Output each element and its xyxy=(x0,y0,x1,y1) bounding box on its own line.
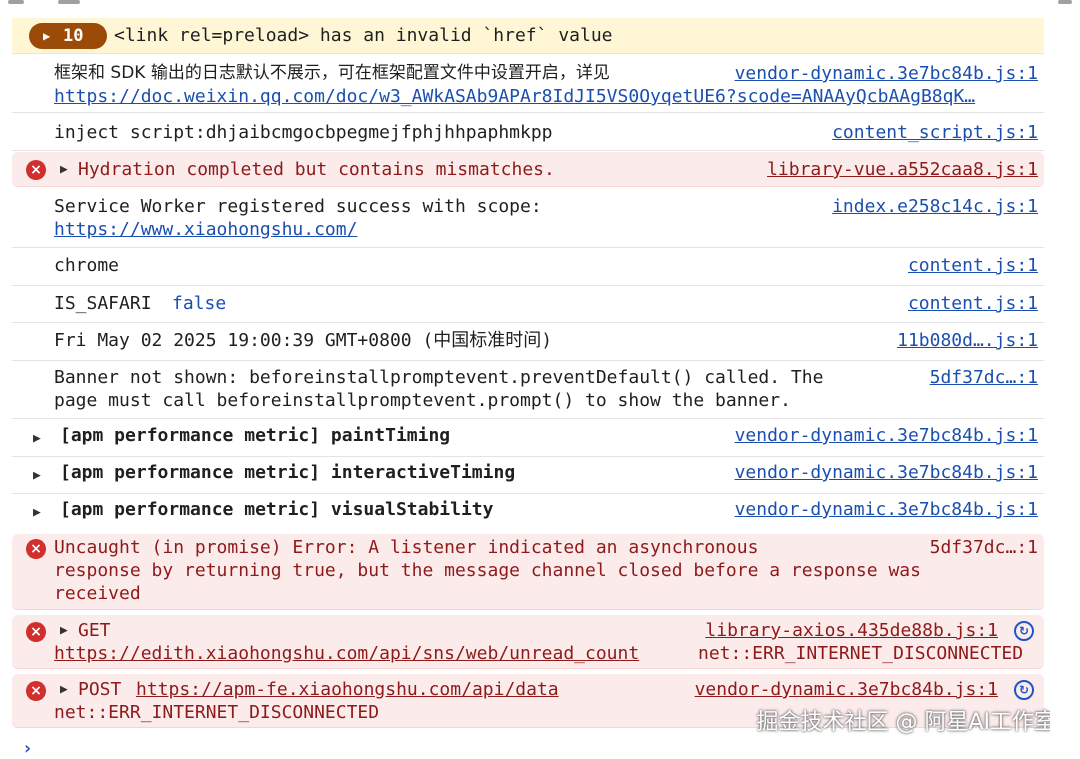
log-message: Service Worker registered success with s… xyxy=(54,196,542,217)
toolbar-icon-remnant xyxy=(58,0,80,4)
source-link[interactable]: vendor-dynamic.3e7bc84b.js:1 xyxy=(695,678,998,701)
log-label: IS_SAFARI xyxy=(54,293,152,314)
request-url-link[interactable]: https://apm-fe.xiaohongshu.com/api/data xyxy=(136,678,559,701)
source-link[interactable]: content.js:1 xyxy=(908,254,1038,277)
log-value: false xyxy=(172,293,227,314)
expand-triangle-icon[interactable]: ▶ xyxy=(33,501,41,524)
error-message-line2: response by returning true, but the mess… xyxy=(54,560,921,581)
error-row: × Uncaught (in promise) Error: A listene… xyxy=(12,534,1044,610)
source-link[interactable]: content.js:1 xyxy=(908,292,1038,315)
source-link[interactable]: index.e258c14c.js:1 xyxy=(832,195,1038,218)
network-error-row: × ▶ GET library-axios.435de88b.js:1 ↻ ht… xyxy=(12,615,1044,669)
log-message: chrome xyxy=(54,255,120,276)
expand-triangle-icon[interactable]: ▶ xyxy=(60,619,68,642)
source-link[interactable]: vendor-dynamic.3e7bc84b.js:1 xyxy=(735,424,1038,447)
log-row: 框架和 SDK 输出的日志默认不展示，可在框架配置文件中设置开启，详见 vend… xyxy=(12,56,1044,113)
expand-triangle-icon: ▶ xyxy=(43,29,51,43)
log-row: inject script:dhjaibcmgocbpegmejfphjhhpa… xyxy=(12,114,1044,151)
log-message: Fri May 02 2025 19:00:39 GMT+0800 (中国标准时… xyxy=(54,330,553,351)
request-method: GET xyxy=(78,620,111,641)
log-row: chrome content.js:1 xyxy=(12,249,1044,286)
expand-triangle-icon[interactable]: ▶ xyxy=(33,464,41,487)
log-row: IS_SAFARI false content.js:1 xyxy=(12,287,1044,323)
request-status: net::ERR_INTERNET_DISCONNECTED xyxy=(698,643,1024,664)
scope-url-link[interactable]: https://www.xiaohongshu.com/ xyxy=(54,218,357,241)
warning-count: 10 xyxy=(63,26,84,46)
source-link[interactable]: vendor-dynamic.3e7bc84b.js:1 xyxy=(735,461,1038,484)
source-link[interactable]: vendor-dynamic.3e7bc84b.js:1 xyxy=(735,62,1038,85)
log-group-row[interactable]: ▶ [apm performance metric] paintTiming v… xyxy=(12,420,1044,457)
expand-triangle-icon[interactable]: ▶ xyxy=(60,678,68,701)
request-method: POST xyxy=(78,679,122,700)
error-icon: × xyxy=(26,539,46,559)
log-message-line1: Banner not shown: beforeinstallprompteve… xyxy=(54,367,824,388)
log-group-title: [apm performance metric] visualStability xyxy=(60,499,494,520)
network-panel-icon[interactable]: ↻ xyxy=(1014,680,1034,700)
source-link[interactable]: library-vue.a552caa8.js:1 xyxy=(767,158,1038,181)
network-panel-icon[interactable]: ↻ xyxy=(1014,621,1034,641)
log-message: inject script:dhjaibcmgocbpegmejfphjhhpa… xyxy=(54,122,553,143)
error-icon: × xyxy=(26,681,46,701)
source-link[interactable]: library-axios.435de88b.js:1 xyxy=(705,619,998,642)
warning-message: <link rel=preload> has an invalid `href`… xyxy=(114,25,613,46)
warning-count-badge[interactable]: ▶ 10 xyxy=(29,23,107,49)
error-message: Hydration completed but contains mismatc… xyxy=(78,159,555,180)
watermark: 掘金技术社区 @ 阿星AI工作室 xyxy=(756,710,1056,735)
expand-triangle-icon[interactable]: ▶ xyxy=(60,158,68,181)
toolbar-icon-remnant xyxy=(1058,0,1072,4)
source-link[interactable]: 5df37dc…:1 xyxy=(930,366,1038,389)
toolbar-icon-remnant xyxy=(8,0,24,4)
warning-group-row[interactable]: ▶ 10 <link rel=preload> has an invalid `… xyxy=(12,18,1044,54)
request-url-link[interactable]: https://edith.xiaohongshu.com/api/sns/we… xyxy=(54,642,639,665)
log-group-row[interactable]: ▶ [apm performance metric] interactiveTi… xyxy=(12,458,1044,494)
source-link[interactable]: vendor-dynamic.3e7bc84b.js:1 xyxy=(735,498,1038,521)
error-row: × ▶ Hydration completed but contains mis… xyxy=(12,152,1044,187)
expand-triangle-icon[interactable]: ▶ xyxy=(33,427,41,450)
error-message-line3: received xyxy=(54,583,141,604)
log-group-title: [apm performance metric] interactiveTimi… xyxy=(60,462,516,483)
doc-url-link[interactable]: https://doc.weixin.qq.com/doc/w3_AWkASAb… xyxy=(54,85,1050,108)
log-row: Fri May 02 2025 19:00:39 GMT+0800 (中国标准时… xyxy=(12,324,1044,361)
log-row: Banner not shown: beforeinstallprompteve… xyxy=(12,362,1044,419)
error-icon: × xyxy=(26,160,46,180)
log-message-line2: page must call beforeinstallpromptevent.… xyxy=(54,390,791,411)
toolbar-remnant xyxy=(0,0,1080,14)
log-message: 框架和 SDK 输出的日志默认不展示，可在框架配置文件中设置开启，详见 xyxy=(54,63,610,83)
log-group-row[interactable]: ▶ [apm performance metric] visualStabili… xyxy=(12,495,1044,531)
source-link[interactable]: 11b080d….js:1 xyxy=(897,329,1038,352)
error-message-line1: Uncaught (in promise) Error: A listener … xyxy=(54,537,759,558)
source-link[interactable]: content_script.js:1 xyxy=(832,121,1038,144)
error-icon: × xyxy=(26,622,46,642)
log-group-title: [apm performance metric] paintTiming xyxy=(60,425,451,446)
log-row: Service Worker registered success with s… xyxy=(12,188,1044,248)
scrollbar-track[interactable] xyxy=(1050,14,1080,756)
source-link[interactable]: 5df37dc…:1 xyxy=(930,536,1038,559)
request-status: net::ERR_INTERNET_DISCONNECTED xyxy=(54,702,380,723)
